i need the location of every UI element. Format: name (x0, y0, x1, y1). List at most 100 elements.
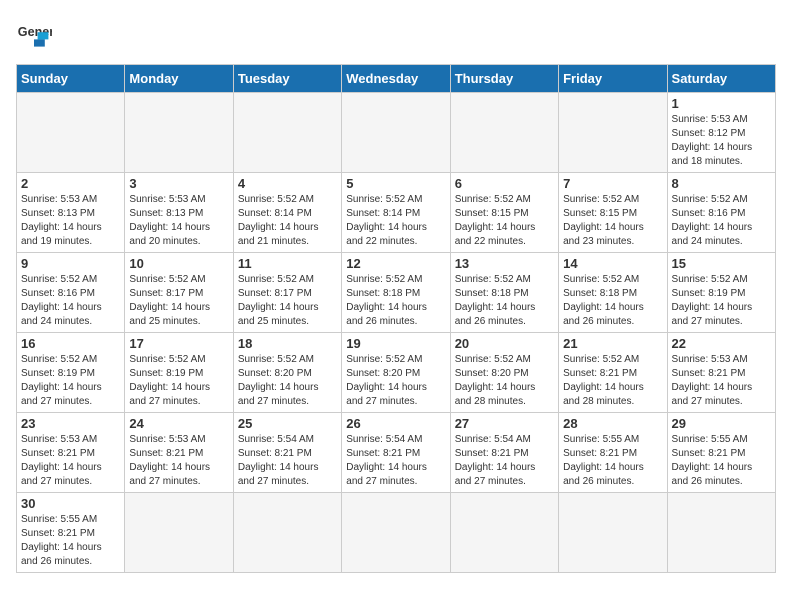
calendar-cell (233, 93, 341, 173)
day-number: 25 (238, 416, 337, 431)
day-number: 27 (455, 416, 554, 431)
day-number: 11 (238, 256, 337, 271)
day-number: 9 (21, 256, 120, 271)
day-number: 16 (21, 336, 120, 351)
calendar-cell (17, 93, 125, 173)
header: General (16, 16, 776, 52)
calendar-cell: 27 Sunrise: 5:54 AM Sunset: 8:21 PM Dayli… (450, 413, 558, 493)
day-info: Sunrise: 5:52 AM Sunset: 8:18 PM Dayligh… (455, 273, 554, 329)
day-info: Sunrise: 5:55 AM Sunset: 8:21 PM Dayligh… (21, 513, 120, 569)
calendar-cell: 3 Sunrise: 5:53 AM Sunset: 8:13 PM Daylig… (125, 173, 233, 253)
calendar-cell: 2 Sunrise: 5:53 AM Sunset: 8:13 PM Daylig… (17, 173, 125, 253)
day-info: Sunrise: 5:52 AM Sunset: 8:16 PM Dayligh… (21, 273, 120, 329)
calendar-week-row: 9 Sunrise: 5:52 AM Sunset: 8:16 PM Daylig… (17, 253, 776, 333)
day-info: Sunrise: 5:53 AM Sunset: 8:21 PM Dayligh… (672, 353, 771, 409)
calendar-cell: 15 Sunrise: 5:52 AM Sunset: 8:19 PM Dayli… (667, 253, 775, 333)
calendar-week-row: 30 Sunrise: 5:55 AM Sunset: 8:21 PM Dayli… (17, 493, 776, 573)
calendar-cell: 14 Sunrise: 5:52 AM Sunset: 8:18 PM Dayli… (559, 253, 667, 333)
day-header-saturday: Saturday (667, 65, 775, 93)
calendar-cell: 23 Sunrise: 5:53 AM Sunset: 8:21 PM Dayli… (17, 413, 125, 493)
day-info: Sunrise: 5:53 AM Sunset: 8:13 PM Dayligh… (21, 193, 120, 249)
day-number: 19 (346, 336, 445, 351)
calendar-cell (342, 493, 450, 573)
calendar-week-row: 23 Sunrise: 5:53 AM Sunset: 8:21 PM Dayli… (17, 413, 776, 493)
calendar-cell: 30 Sunrise: 5:55 AM Sunset: 8:21 PM Dayli… (17, 493, 125, 573)
day-number: 23 (21, 416, 120, 431)
day-info: Sunrise: 5:52 AM Sunset: 8:20 PM Dayligh… (346, 353, 445, 409)
day-info: Sunrise: 5:52 AM Sunset: 8:20 PM Dayligh… (455, 353, 554, 409)
calendar-cell (667, 493, 775, 573)
day-info: Sunrise: 5:52 AM Sunset: 8:21 PM Dayligh… (563, 353, 662, 409)
calendar-cell: 24Sunrise: 5:53 AM Sunset: 8:21 PM Dayli… (125, 413, 233, 493)
day-info: Sunrise: 5:53 AM Sunset: 8:21 PM Dayligh… (21, 433, 120, 489)
day-info: Sunrise: 5:52 AM Sunset: 8:15 PM Dayligh… (563, 193, 662, 249)
calendar-cell: 7Sunrise: 5:52 AM Sunset: 8:15 PM Daylig… (559, 173, 667, 253)
day-number: 26 (346, 416, 445, 431)
calendar-cell: 9 Sunrise: 5:52 AM Sunset: 8:16 PM Daylig… (17, 253, 125, 333)
calendar-cell (559, 93, 667, 173)
logo: General (16, 16, 56, 52)
day-info: Sunrise: 5:55 AM Sunset: 8:21 PM Dayligh… (563, 433, 662, 489)
calendar-cell: 20 Sunrise: 5:52 AM Sunset: 8:20 PM Dayli… (450, 333, 558, 413)
day-number: 3 (129, 176, 228, 191)
calendar-cell: 11 Sunrise: 5:52 AM Sunset: 8:17 PM Dayli… (233, 253, 341, 333)
day-number: 28 (563, 416, 662, 431)
day-number: 21 (563, 336, 662, 351)
day-number: 2 (21, 176, 120, 191)
day-number: 22 (672, 336, 771, 351)
day-info: Sunrise: 5:52 AM Sunset: 8:18 PM Dayligh… (346, 273, 445, 329)
day-info: Sunrise: 5:53 AM Sunset: 8:13 PM Dayligh… (129, 193, 228, 249)
calendar-cell: 26 Sunrise: 5:54 AM Sunset: 8:21 PM Dayli… (342, 413, 450, 493)
calendar-cell: 22 Sunrise: 5:53 AM Sunset: 8:21 PM Dayli… (667, 333, 775, 413)
calendar-header-row: SundayMondayTuesdayWednesdayThursdayFrid… (17, 65, 776, 93)
calendar-week-row: 2 Sunrise: 5:53 AM Sunset: 8:13 PM Daylig… (17, 173, 776, 253)
calendar-cell: 28 Sunrise: 5:55 AM Sunset: 8:21 PM Dayli… (559, 413, 667, 493)
day-number: 5 (346, 176, 445, 191)
day-header-wednesday: Wednesday (342, 65, 450, 93)
day-info: Sunrise: 5:52 AM Sunset: 8:14 PM Dayligh… (346, 193, 445, 249)
calendar-cell (559, 493, 667, 573)
day-info: Sunrise: 5:52 AM Sunset: 8:20 PM Dayligh… (238, 353, 337, 409)
day-number: 12 (346, 256, 445, 271)
day-info: Sunrise: 5:52 AM Sunset: 8:19 PM Dayligh… (672, 273, 771, 329)
day-number: 1 (672, 96, 771, 111)
day-info: Sunrise: 5:52 AM Sunset: 8:17 PM Dayligh… (238, 273, 337, 329)
day-info: Sunrise: 5:52 AM Sunset: 8:14 PM Dayligh… (238, 193, 337, 249)
calendar-cell: 12 Sunrise: 5:52 AM Sunset: 8:18 PM Dayli… (342, 253, 450, 333)
day-header-thursday: Thursday (450, 65, 558, 93)
day-number: 20 (455, 336, 554, 351)
calendar-table: SundayMondayTuesdayWednesdayThursdayFrid… (16, 64, 776, 573)
calendar-cell (125, 493, 233, 573)
calendar-cell: 21 Sunrise: 5:52 AM Sunset: 8:21 PM Dayli… (559, 333, 667, 413)
calendar-cell: 29Sunrise: 5:55 AM Sunset: 8:21 PM Dayli… (667, 413, 775, 493)
day-number: 8 (672, 176, 771, 191)
logo-icon: General (16, 16, 52, 52)
calendar-cell (450, 93, 558, 173)
day-info: Sunrise: 5:52 AM Sunset: 8:19 PM Dayligh… (21, 353, 120, 409)
day-info: Sunrise: 5:54 AM Sunset: 8:21 PM Dayligh… (346, 433, 445, 489)
calendar-week-row: 16 Sunrise: 5:52 AM Sunset: 8:19 PM Dayli… (17, 333, 776, 413)
day-number: 14 (563, 256, 662, 271)
calendar-cell (450, 493, 558, 573)
day-number: 30 (21, 496, 120, 511)
calendar-cell (233, 493, 341, 573)
day-info: Sunrise: 5:52 AM Sunset: 8:19 PM Dayligh… (129, 353, 228, 409)
calendar-cell: 8Sunrise: 5:52 AM Sunset: 8:16 PM Daylig… (667, 173, 775, 253)
day-number: 18 (238, 336, 337, 351)
day-number: 17 (129, 336, 228, 351)
day-header-sunday: Sunday (17, 65, 125, 93)
day-header-tuesday: Tuesday (233, 65, 341, 93)
day-info: Sunrise: 5:52 AM Sunset: 8:15 PM Dayligh… (455, 193, 554, 249)
day-info: Sunrise: 5:52 AM Sunset: 8:18 PM Dayligh… (563, 273, 662, 329)
calendar-cell: 19 Sunrise: 5:52 AM Sunset: 8:20 PM Dayli… (342, 333, 450, 413)
day-number: 15 (672, 256, 771, 271)
calendar-week-row: 1Sunrise: 5:53 AM Sunset: 8:12 PM Daylig… (17, 93, 776, 173)
calendar-cell: 13 Sunrise: 5:52 AM Sunset: 8:18 PM Dayli… (450, 253, 558, 333)
day-info: Sunrise: 5:55 AM Sunset: 8:21 PM Dayligh… (672, 433, 771, 489)
day-number: 4 (238, 176, 337, 191)
calendar-cell: 10Sunrise: 5:52 AM Sunset: 8:17 PM Dayli… (125, 253, 233, 333)
day-info: Sunrise: 5:54 AM Sunset: 8:21 PM Dayligh… (455, 433, 554, 489)
calendar-cell: 17 Sunrise: 5:52 AM Sunset: 8:19 PM Dayli… (125, 333, 233, 413)
calendar-cell: 4 Sunrise: 5:52 AM Sunset: 8:14 PM Daylig… (233, 173, 341, 253)
day-number: 13 (455, 256, 554, 271)
